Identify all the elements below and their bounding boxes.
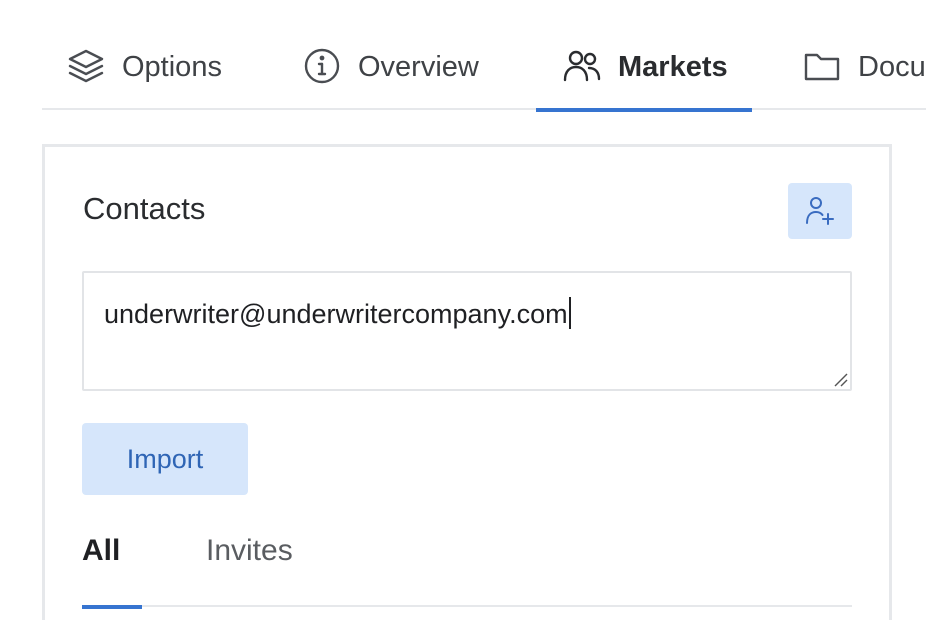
text-caret: [568, 297, 571, 329]
page: Options Overview Markets Docu Contacts u…: [0, 0, 926, 620]
tab-markets[interactable]: Markets: [536, 40, 752, 112]
user-plus-icon: [806, 197, 834, 225]
layers-icon: [66, 46, 106, 86]
tab-documents[interactable]: Docu: [802, 40, 926, 110]
import-button[interactable]: Import: [82, 423, 248, 495]
contacts-title: Contacts: [83, 191, 206, 226]
top-tab-bar: Options Overview Markets Docu: [42, 0, 926, 112]
folder-icon: [802, 46, 842, 86]
users-icon: [562, 46, 602, 86]
textarea-value: underwriter@underwritercompany.com: [104, 297, 571, 330]
resize-grip-icon[interactable]: [832, 371, 848, 387]
tab-label: Docu: [858, 51, 926, 83]
subtab-invites[interactable]: Invites: [206, 523, 293, 607]
tab-label: Options: [122, 51, 222, 83]
info-circle-icon: [302, 46, 342, 86]
contacts-card: Contacts underwriter@underwritercompany.…: [42, 144, 892, 620]
tab-overview[interactable]: Overview: [302, 40, 492, 110]
contacts-textarea[interactable]: underwriter@underwritercompany.com: [82, 271, 852, 391]
add-contact-button[interactable]: [788, 183, 852, 239]
contacts-subtabs: All Invites: [82, 523, 852, 609]
tab-label: Overview: [358, 51, 479, 83]
tab-label: Markets: [618, 51, 728, 83]
tab-options[interactable]: Options: [66, 40, 256, 110]
subtab-all[interactable]: All: [82, 523, 142, 609]
